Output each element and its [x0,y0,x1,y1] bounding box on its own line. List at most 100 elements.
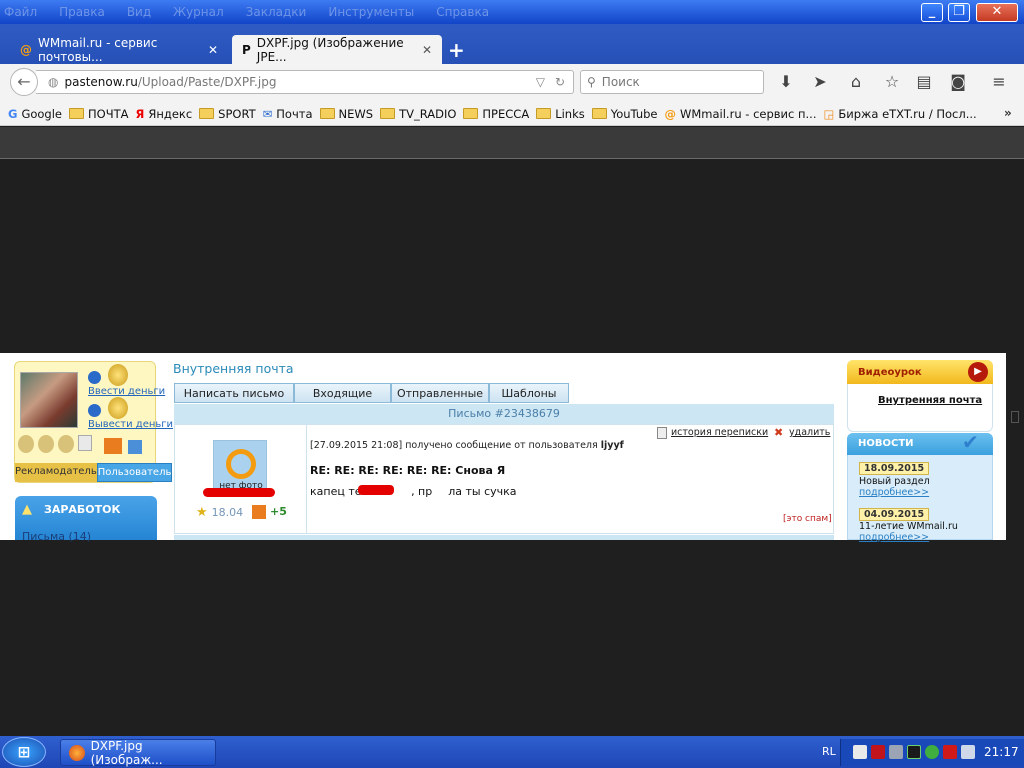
folder-icon [380,108,396,119]
bookmark-pressa[interactable]: ПРЕССА [463,107,529,121]
bookmarks-overflow-button[interactable]: » [1004,106,1012,120]
send-icon[interactable]: ➤ [810,72,830,92]
news-more-link[interactable]: подробнее>> [859,532,929,543]
scroll-thumb[interactable] [1011,411,1019,423]
bookmark-wmmail[interactable]: @ WMmail.ru - сервис п... [665,107,817,121]
bookmark-youtube[interactable]: YouTube [591,106,658,121]
back-button[interactable]: ← [10,68,38,96]
new-tab-button[interactable]: + [448,38,465,62]
video-link[interactable]: Внутренняя почта [878,395,982,406]
search-placeholder: Поиск [601,75,640,89]
bookmark-label: SPORT [218,106,256,121]
tab-wmmail[interactable]: @ WMmail.ru - сервис почтовы... ✕ [10,35,228,64]
delete-link[interactable]: удалить [789,427,830,438]
chart-icon [128,440,142,454]
arrow-out-icon [88,404,101,417]
bookmark-links[interactable]: Links [536,107,585,121]
tab-title: WMmail.ru - сервис почтовы... [38,35,158,64]
bookmark-sport[interactable]: SPORT [199,106,256,121]
menu-item-tools[interactable]: Инструменты [328,5,414,19]
earnings-item-letters[interactable]: Письма (14) [22,530,91,543]
reload-icon[interactable]: ↻ [555,75,565,89]
clock: 21:17 [984,745,1019,759]
message-divider [306,424,307,534]
hamburger-menu-icon[interactable]: ≡ [989,72,1009,92]
menu-item-file[interactable]: Файл [4,5,37,19]
volume-icon[interactable] [961,745,975,759]
news-text: 11-летие WMmail.ru [859,521,958,532]
minimize-button[interactable]: _ [921,3,943,22]
taskbar-item-label: DXPF.jpg (Изображ... [90,738,163,767]
menu-item-help[interactable]: Справка [436,5,489,19]
menu-item-view[interactable]: Вид [127,5,151,19]
tab-templates[interactable]: Шаблоны [489,383,569,403]
reading-list-icon[interactable]: ▤ [914,72,934,92]
taskbar-item-firefox[interactable]: DXPF.jpg (Изображ... [60,738,216,767]
news-date: 04.09.2015 [859,508,930,521]
earnings-icon: ▲ [22,502,32,517]
bookmark-google[interactable]: G Google [8,107,62,121]
restore-button[interactable]: ❐ [948,3,970,22]
spam-link[interactable]: [это спам] [783,514,832,524]
gift-icon [104,438,122,454]
device-icon[interactable] [889,745,903,759]
close-window-button[interactable]: ✕ [976,3,1018,22]
yandex-icon: Я [135,106,145,121]
role-advertiser-tab[interactable]: Рекламодатель [15,463,97,482]
message-meta: [27.09.2015 21:08] получено сообщение от… [310,440,624,451]
keyboard-icon[interactable] [853,745,867,759]
history-link[interactable]: история переписки [671,427,768,438]
tab-sent[interactable]: Отправленные [391,383,489,403]
gift-icon [252,505,266,519]
back-arrow-icon: ← [17,72,31,91]
download-icon[interactable]: ⬇ [776,72,796,92]
monitor-icon[interactable] [907,745,921,759]
start-button[interactable]: ⊞ [2,737,46,767]
home-icon[interactable]: ⌂ [846,72,866,92]
redaction-mark [203,488,275,497]
address-bar[interactable]: ◍ pastenow.ru/Upload/Paste/DXPF.jpg ▽ ↻ [36,70,574,94]
menu-item-edit[interactable]: Правка [59,5,105,19]
bookmark-star-icon[interactable]: ☆ [882,72,902,92]
sender-name[interactable]: ljyyf [601,440,624,451]
tab-compose[interactable]: Написать письмо [174,383,294,403]
folder-icon [319,108,335,119]
bookmark-etxt[interactable]: ◲ Биржа eTXT.ru / Посл... [823,107,976,121]
tab-inbox[interactable]: Входящие [294,383,391,403]
bookmark-label: YouTube [610,106,658,121]
language-indicator[interactable]: RL [822,745,836,758]
tab-dxpf[interactable]: P DXPF.jpg (Изображение JPE... ✕ [232,35,442,64]
bookmark-pochta[interactable]: ПОЧТА [69,107,129,121]
withdraw-link[interactable]: Вывести деньги [88,419,173,430]
search-box[interactable]: ⚲ Поиск [580,70,764,94]
close-tab-icon[interactable]: ✕ [208,43,218,57]
mail-tabs: Написать письмо Входящие Отправленные Ша… [174,383,569,403]
bookmark-tv-radio[interactable]: TV_RADIO [380,107,456,121]
menu-bar: Файл Правка Вид Журнал Закладки Инструме… [4,5,489,19]
bookmark-label: TV_RADIO [399,106,457,121]
deposit-link[interactable]: Ввести деньги [88,386,165,397]
ati-icon[interactable] [943,745,957,759]
play-icon[interactable]: ▶ [968,362,988,382]
menu-item-bookmarks[interactable]: Закладки [246,5,307,19]
vertical-scrollbar[interactable] [1006,353,1024,735]
bookmark-label: Почта [276,106,313,121]
wmmail-icon: @ [664,106,677,121]
bookmark-news[interactable]: NEWS [319,107,373,121]
mail-icon: ✉ [262,106,273,121]
bookmark-label: Биржа eTXT.ru / Посл... [838,106,977,121]
news-more-link[interactable]: подробнее>> [859,487,929,498]
pocket-icon[interactable]: ◙ [948,72,968,92]
network-icon[interactable] [925,745,939,759]
url-host: pastenow.ru [64,75,138,89]
close-tab-icon[interactable]: ✕ [422,43,432,57]
antivirus-icon[interactable] [871,745,885,759]
menu-item-history[interactable]: Журнал [173,5,224,19]
avatar [20,372,78,428]
dropdown-icon[interactable]: ▽ [536,75,545,89]
role-switch: Рекламодатель Пользователь [15,463,173,482]
message-meta-text: [27.09.2015 21:08] получено сообщение от… [310,440,598,451]
bookmark-yandex[interactable]: Я Яндекс [136,107,193,121]
bookmark-mail[interactable]: ✉ Почта [263,107,313,121]
role-user-tab[interactable]: Пользователь [96,463,173,482]
